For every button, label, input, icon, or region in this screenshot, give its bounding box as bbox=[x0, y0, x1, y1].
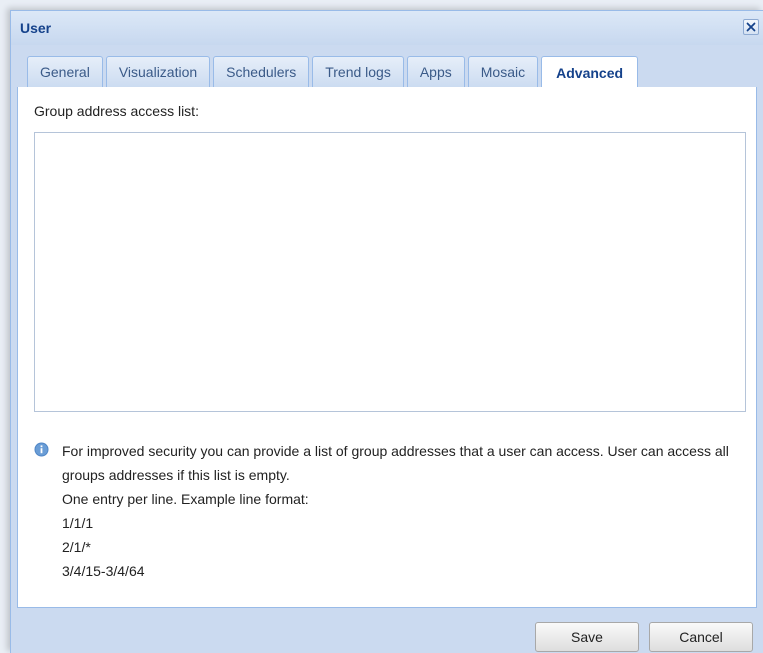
tab-apps[interactable]: Apps bbox=[406, 56, 465, 87]
access-list-label: Group address access list: bbox=[34, 103, 199, 119]
example-line-3: 3/4/15-3/4/64 bbox=[62, 563, 145, 579]
example-line-1: 1/1/1 bbox=[62, 515, 94, 531]
tab-mosaic[interactable]: Mosaic bbox=[467, 56, 539, 87]
help-section: For improved security you can provide a … bbox=[34, 439, 754, 583]
advanced-panel: Group address access list: For improved … bbox=[17, 87, 757, 608]
dialog-titlebar[interactable]: User bbox=[11, 11, 763, 45]
user-dialog: User General Visualization Schedulers Tr… bbox=[10, 10, 763, 653]
tab-strip: General Visualization Schedulers Trend l… bbox=[17, 47, 757, 88]
tab-advanced[interactable]: Advanced bbox=[541, 56, 639, 88]
dialog-footer: Save Cancel bbox=[11, 608, 763, 653]
group-address-access-list-input[interactable] bbox=[34, 132, 746, 412]
dialog-title: User bbox=[20, 20, 52, 36]
tab-general[interactable]: General bbox=[27, 56, 103, 87]
tab-schedulers[interactable]: Schedulers bbox=[213, 56, 310, 87]
format-note: One entry per line. Example line format: bbox=[62, 491, 309, 507]
tab-trend-logs[interactable]: Trend logs bbox=[312, 56, 404, 87]
help-text: For improved security you can provide a … bbox=[62, 443, 729, 483]
tab-visualization[interactable]: Visualization bbox=[105, 56, 211, 87]
cancel-button[interactable]: Cancel bbox=[649, 622, 753, 652]
save-button[interactable]: Save bbox=[535, 622, 639, 652]
close-icon bbox=[746, 22, 756, 32]
example-line-2: 2/1/* bbox=[62, 539, 91, 555]
info-icon bbox=[34, 442, 49, 457]
close-button[interactable] bbox=[743, 19, 759, 35]
